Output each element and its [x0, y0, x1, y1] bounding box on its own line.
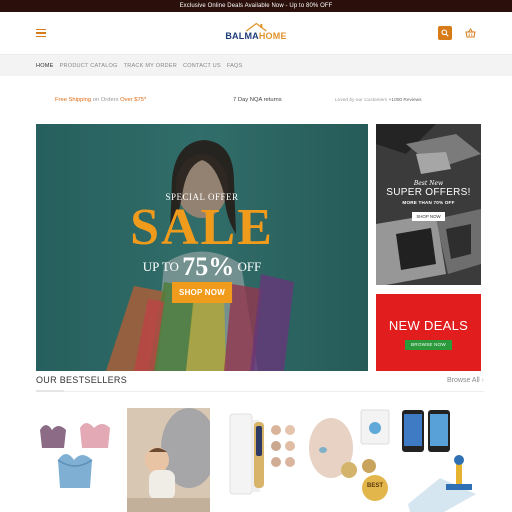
svg-text:BEST: BEST	[367, 483, 383, 489]
mole-pen-product-image	[218, 408, 301, 512]
free-shipping-note: Free Shipping on Orders Over $75*	[55, 97, 147, 103]
product-card-screen-repair[interactable]	[400, 408, 483, 512]
bras-product-image	[36, 408, 119, 512]
returns-note: 7 Day NQA returns	[233, 97, 282, 103]
site-header: BALMAHOME	[0, 12, 512, 54]
nav-faqs[interactable]: FAQS	[227, 63, 243, 69]
anti-snore-product-image: BEST	[309, 408, 392, 512]
browse-all-link[interactable]: Browse All ›	[447, 377, 484, 384]
nav-track-order[interactable]: TRACK MY ORDER	[124, 63, 177, 69]
browse-now-button[interactable]: BROWSE NOW	[405, 339, 452, 350]
banner-area: SPECIAL OFFER SALE UP TO 75% OFF SHOP NO…	[0, 124, 512, 372]
search-icon	[441, 29, 449, 37]
nav-contact-us[interactable]: CONTACT US	[183, 63, 221, 69]
feature-strip: Free Shipping on Orders Over $75* 7 Day …	[0, 76, 512, 124]
product-card-baby-pillow[interactable]	[127, 408, 210, 512]
site-logo[interactable]: BALMAHOME	[225, 22, 286, 41]
product-card-mole-pen[interactable]	[218, 408, 301, 512]
super-offers-discount: MORE THAN 70% OFF	[402, 200, 455, 205]
super-offers-title: SUPER OFFERS!	[386, 187, 471, 198]
bestsellers-row: BEST	[36, 408, 496, 512]
bestsellers-header: OUR BESTSELLERS Browse All ›	[36, 375, 484, 385]
bestsellers-underline	[36, 390, 64, 392]
logo-text-part2: HOME	[258, 31, 287, 41]
logo-text-part1: BALMA	[225, 31, 259, 41]
product-card-bras[interactable]	[36, 408, 119, 512]
screen-repair-product-image	[400, 408, 483, 512]
super-offers-shop-button[interactable]: SHOP NOW	[412, 212, 445, 221]
hero-sale-title: SALE	[130, 199, 274, 256]
super-offers-banner[interactable]: Best New SUPER OFFERS! MORE THAN 70% OFF…	[376, 124, 481, 285]
hamburger-icon[interactable]	[36, 29, 46, 37]
product-card-anti-snore[interactable]: BEST	[309, 408, 392, 512]
bestsellers-divider	[36, 391, 484, 392]
announcement-bar: Exclusive Online Deals Available Now - U…	[0, 0, 512, 12]
nav-home[interactable]: HOME	[36, 63, 54, 69]
nav-product-catalog[interactable]: PRODUCT CATALOG	[60, 63, 118, 69]
bestsellers-title: OUR BESTSELLERS	[36, 375, 128, 385]
main-nav: HOME PRODUCT CATALOG TRACK MY ORDER CONT…	[0, 54, 512, 76]
reviews-note: Loved by our Customers +1000 Reviews	[335, 97, 422, 103]
baby-pillow-product-image	[127, 408, 210, 512]
hero-shop-now-button[interactable]: SHOP NOW	[172, 282, 232, 303]
hero-banner[interactable]: SPECIAL OFFER SALE UP TO 75% OFF SHOP NO…	[36, 124, 368, 371]
basket-icon[interactable]	[464, 27, 476, 39]
announcement-text: Exclusive Online Deals Available Now - U…	[179, 3, 333, 9]
hero-discount: UP TO 75% OFF	[142, 252, 262, 281]
new-deals-banner[interactable]: NEW DEALS BROWSE NOW	[376, 294, 481, 371]
search-button[interactable]	[438, 26, 452, 40]
new-deals-title: NEW DEALS	[388, 318, 469, 333]
chevron-right-icon: ›	[481, 376, 484, 384]
super-offers-subtitle: Best New	[413, 180, 444, 187]
